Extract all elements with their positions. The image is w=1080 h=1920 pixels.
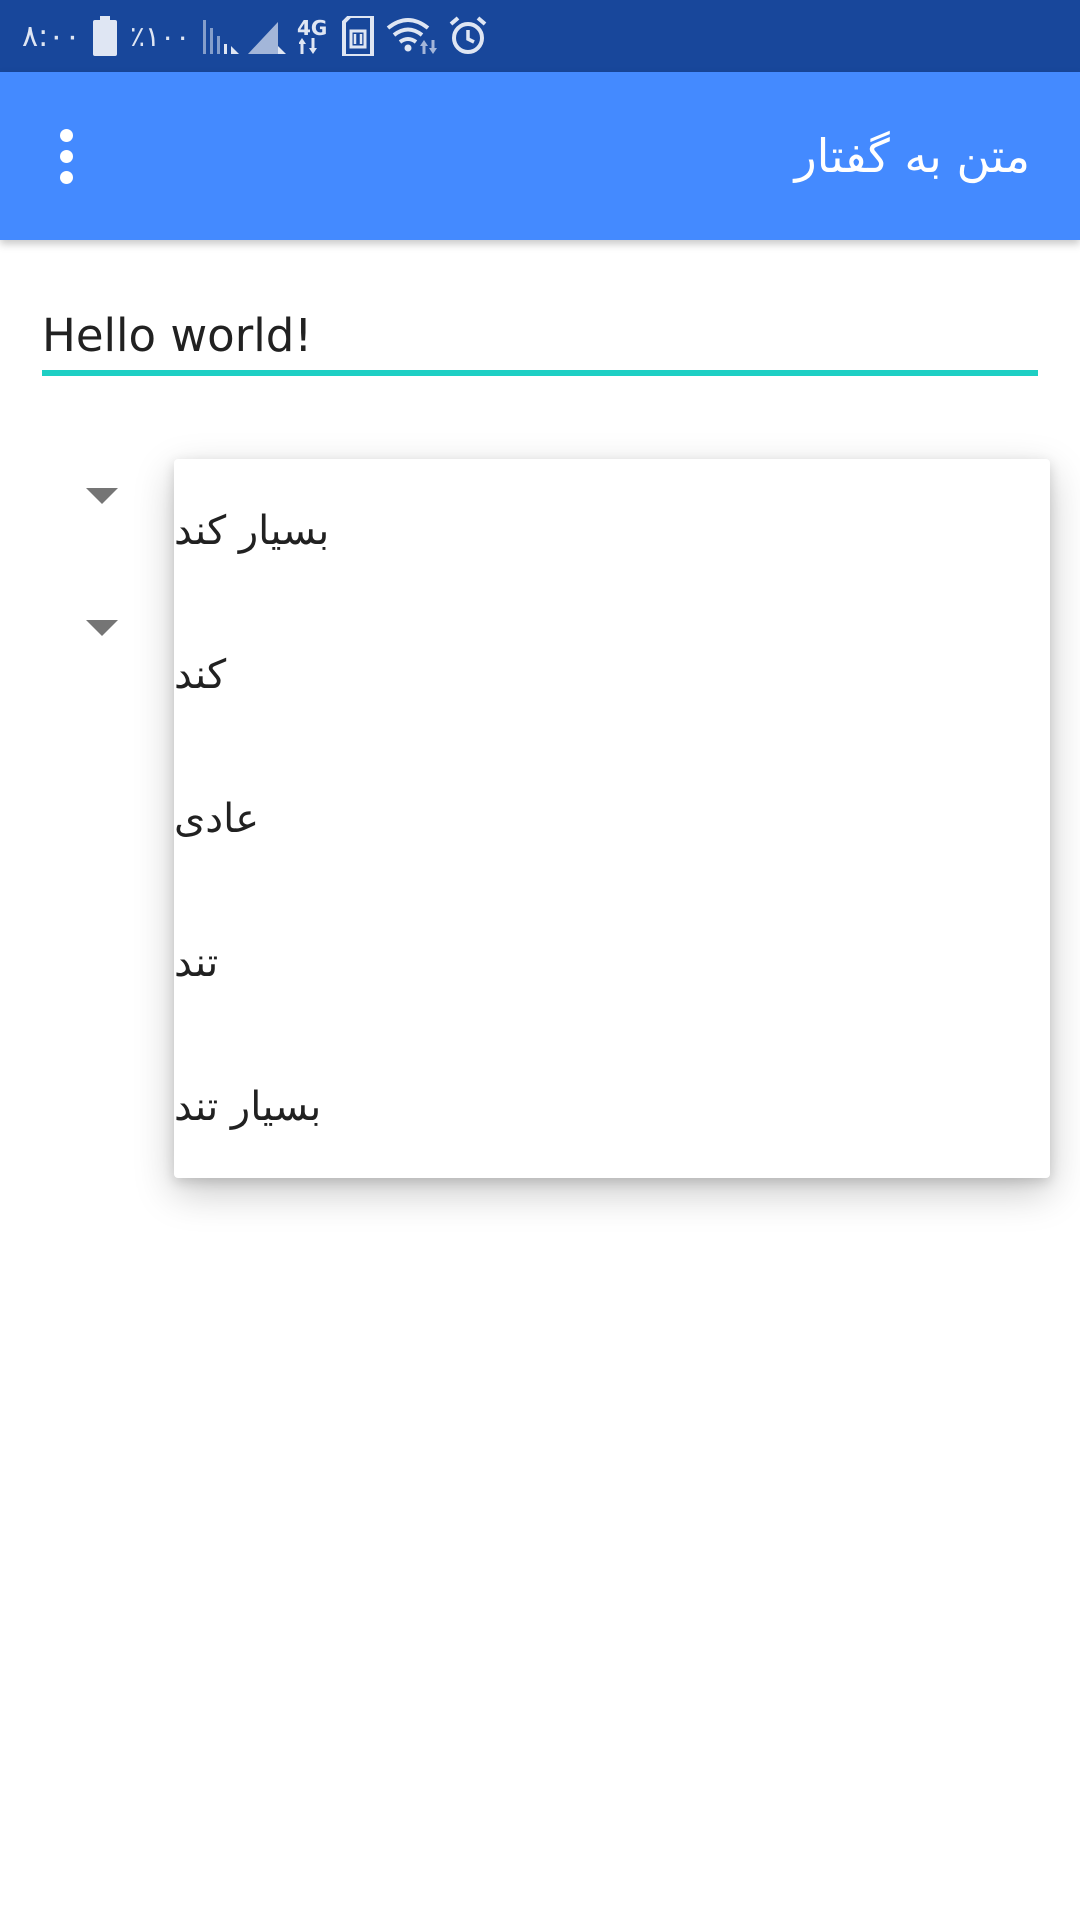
status-bar: ۸:۰۰ ٪۱۰۰ 4G (0, 0, 1080, 72)
spinner-arrow-icon[interactable] (86, 620, 118, 636)
signal-icon (203, 0, 239, 72)
dropdown-item[interactable]: عادی (174, 747, 1050, 891)
alarm-icon (448, 0, 488, 72)
status-time: ۸:۰۰ (22, 18, 81, 54)
signal-icon (248, 0, 286, 72)
battery-percent: ٪۱۰۰ (130, 19, 191, 53)
text-input[interactable] (42, 300, 1038, 370)
battery-icon (92, 0, 118, 72)
screen: ۸:۰۰ ٪۱۰۰ 4G متن به گفتار Hello world! ب… (0, 0, 1080, 1920)
dropdown-item[interactable]: بسیار تند (174, 1035, 1050, 1179)
network-data-icon: 4G (297, 0, 327, 72)
wifi-icon (386, 0, 438, 72)
app-title: متن به گفتار (794, 129, 1030, 183)
speed-dropdown-menu: بسیار کند کند عادی تند بسیار تند (174, 459, 1050, 1178)
sim-icon (342, 0, 374, 72)
app-bar: متن به گفتار (0, 72, 1080, 240)
dropdown-item[interactable]: بسیار کند (174, 459, 1050, 603)
dropdown-item[interactable]: کند (174, 603, 1050, 747)
input-underline (42, 370, 1038, 376)
overflow-menu-button[interactable] (30, 106, 102, 206)
dropdown-item[interactable]: تند (174, 891, 1050, 1035)
text-input-container (42, 300, 1038, 380)
spinner-arrow-icon[interactable] (86, 488, 118, 504)
overflow-menu-icon (59, 125, 73, 188)
